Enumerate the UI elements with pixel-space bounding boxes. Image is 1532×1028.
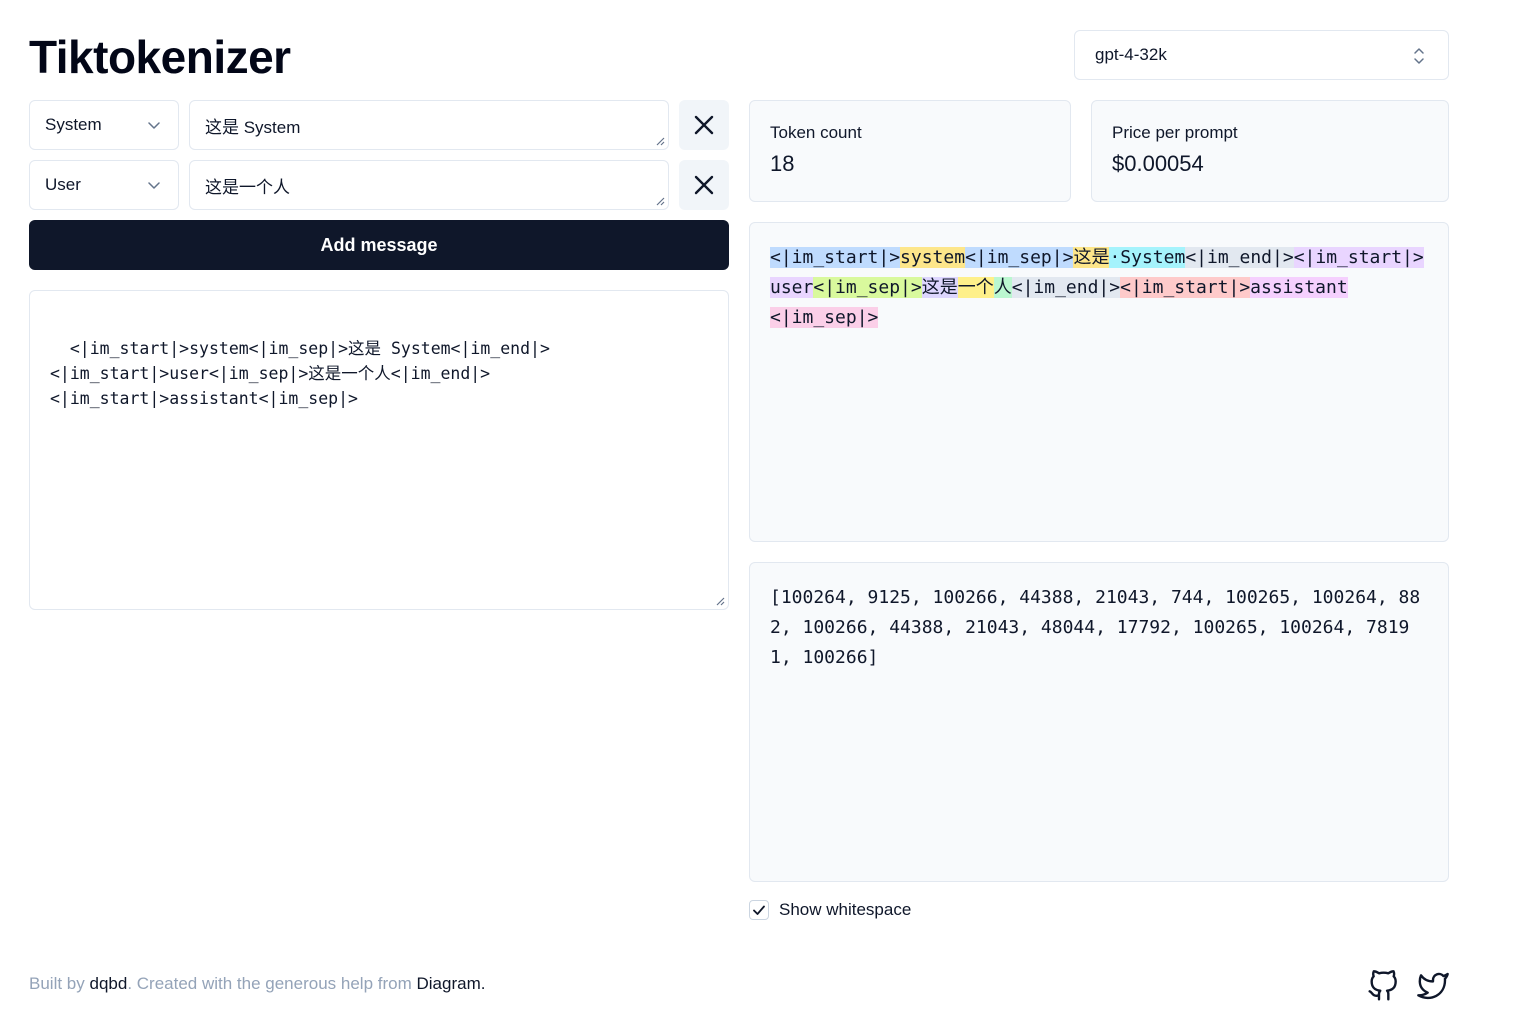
diagram-link[interactable]: Diagram bbox=[416, 974, 480, 993]
remove-message-button[interactable] bbox=[679, 100, 729, 150]
token-chip[interactable]: 人 bbox=[993, 277, 1012, 298]
role-select-value: System bbox=[45, 115, 102, 134]
token-count-value: 18 bbox=[770, 151, 795, 176]
token-chip[interactable]: <|im_sep|> bbox=[813, 277, 922, 298]
token-chip[interactable]: <|im_sep|> bbox=[770, 307, 879, 328]
remove-message-button[interactable] bbox=[679, 160, 729, 210]
message-row: System 这是 System bbox=[29, 100, 729, 150]
message-content-input[interactable]: 这是 System bbox=[189, 100, 669, 150]
token-chip[interactable]: <|im_start|> bbox=[1120, 277, 1251, 298]
token-chip[interactable]: 这是 bbox=[921, 277, 958, 298]
token-chip[interactable]: user bbox=[770, 277, 814, 298]
raw-prompt-textarea[interactable]: <|im_start|>system<|im_sep|>这是 System<|i… bbox=[29, 290, 729, 610]
token-count-label: Token count bbox=[770, 123, 862, 142]
role-select[interactable]: System bbox=[29, 100, 179, 150]
resize-grip-icon[interactable] bbox=[655, 136, 665, 146]
resize-grip-icon[interactable] bbox=[715, 596, 725, 606]
footer: Built by dqbd. Created with the generous… bbox=[29, 974, 485, 994]
role-select[interactable]: User bbox=[29, 160, 179, 210]
check-icon bbox=[753, 905, 765, 915]
footer-end: . bbox=[480, 974, 486, 993]
token-ids-panel: [100264, 9125, 100266, 44388, 21043, 744… bbox=[749, 562, 1449, 882]
token-chip[interactable]: <|im_end|> bbox=[1011, 277, 1121, 298]
chevron-down-icon bbox=[148, 182, 160, 189]
message-row: User 这是一个人 bbox=[29, 160, 729, 210]
token-chip[interactable]: <|im_start|> bbox=[770, 247, 901, 268]
message-content-value: 这是 System bbox=[205, 118, 301, 137]
show-whitespace-row: Show whitespace bbox=[749, 900, 911, 920]
author-link[interactable]: dqbd bbox=[89, 974, 127, 993]
price-value: $0.00054 bbox=[1112, 151, 1204, 176]
show-whitespace-label: Show whitespace bbox=[779, 900, 912, 919]
twitter-icon[interactable] bbox=[1417, 970, 1449, 1002]
token-ids-text: [100264, 9125, 100266, 44388, 21043, 744… bbox=[770, 587, 1421, 668]
raw-prompt-text: <|im_start|>system<|im_sep|>这是 System<|i… bbox=[50, 339, 550, 408]
token-chip[interactable]: <|im_start|> bbox=[1293, 247, 1424, 268]
chevron-down-icon bbox=[148, 122, 160, 129]
role-select-value: User bbox=[45, 175, 81, 194]
chevron-up-down-icon bbox=[1414, 48, 1424, 64]
model-select-value: gpt-4-32k bbox=[1095, 45, 1167, 64]
token-chip[interactable]: ·System bbox=[1109, 247, 1186, 268]
tokenized-text-panel: <|im_start|>​system​<|im_sep|>​这是​·Syste… bbox=[749, 222, 1449, 542]
token-chip[interactable]: <|im_end|> bbox=[1185, 247, 1294, 268]
message-content-value: 这是一个人 bbox=[205, 178, 290, 197]
tokenized-text: <|im_start|>​system​<|im_sep|>​这是​·Syste… bbox=[770, 243, 1428, 333]
token-chip[interactable]: <|im_sep|> bbox=[965, 247, 1074, 268]
add-message-button[interactable]: Add message bbox=[29, 220, 729, 270]
model-select[interactable]: gpt-4-32k bbox=[1074, 30, 1449, 80]
price-label: Price per prompt bbox=[1112, 123, 1238, 142]
token-chip[interactable]: 这是 bbox=[1073, 247, 1110, 268]
price-card: Price per prompt $0.00054 bbox=[1091, 100, 1449, 202]
show-whitespace-checkbox[interactable] bbox=[749, 900, 769, 920]
footer-created-with: . Created with the generous help from bbox=[127, 974, 412, 993]
token-chip[interactable]: 一个 bbox=[957, 277, 994, 298]
token-chip[interactable]: system bbox=[900, 247, 966, 268]
token-count-card: Token count 18 bbox=[749, 100, 1071, 202]
github-icon[interactable] bbox=[1367, 970, 1399, 1002]
token-chip[interactable]: assistant bbox=[1250, 277, 1348, 298]
page-title: Tiktokenizer bbox=[29, 31, 291, 83]
footer-built-by: Built by bbox=[29, 974, 85, 993]
close-icon bbox=[694, 175, 714, 195]
close-icon bbox=[694, 115, 714, 135]
message-content-input[interactable]: 这是一个人 bbox=[189, 160, 669, 210]
resize-grip-icon[interactable] bbox=[655, 196, 665, 206]
